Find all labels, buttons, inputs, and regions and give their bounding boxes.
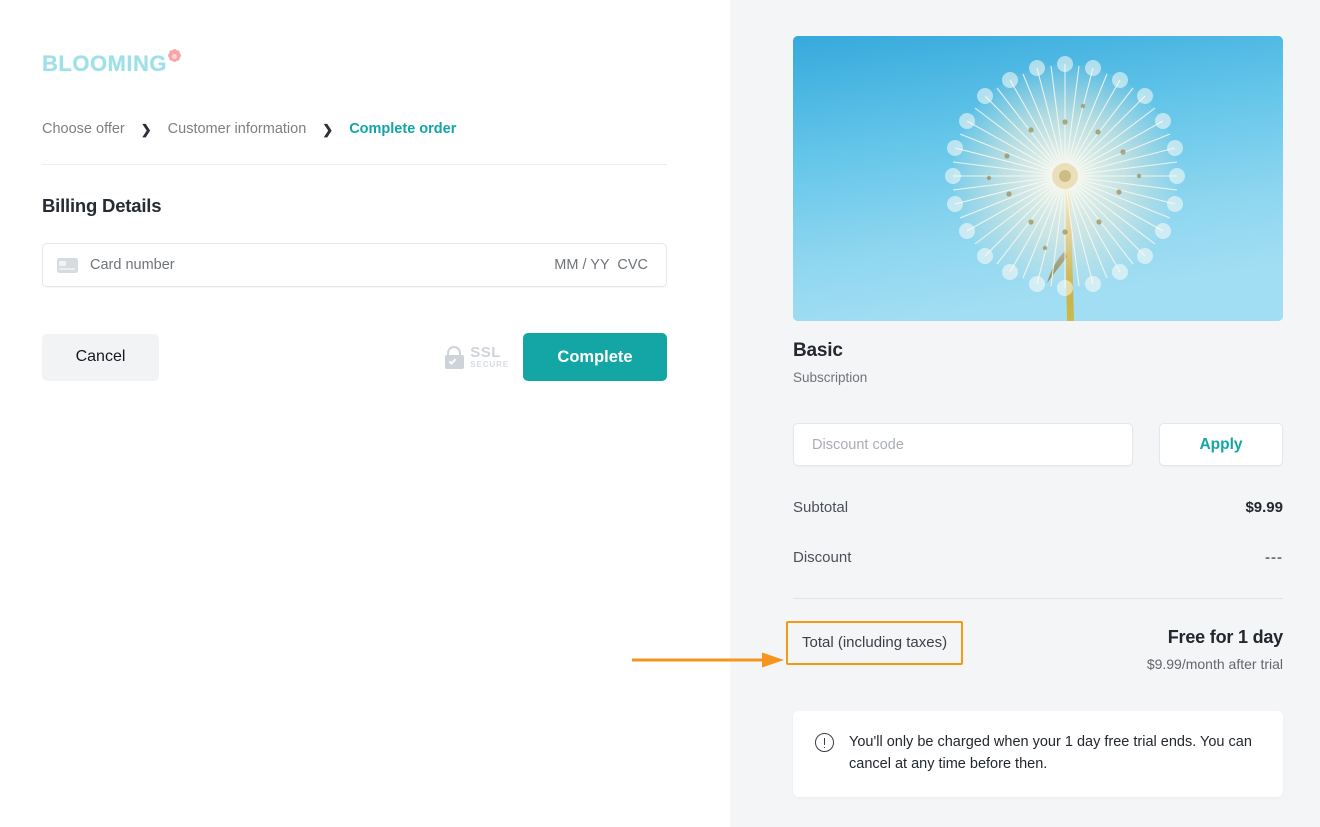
subtotal-row: Subtotal $9.99 [793, 499, 1283, 516]
trial-notice-line-1: You'll only be charged when your 1 day f… [849, 734, 1197, 750]
flower-icon [164, 48, 186, 70]
section-divider [42, 164, 667, 165]
trial-notice: You'll only be charged when your 1 day f… [793, 711, 1283, 797]
brand-logo-text: BLOOMING [42, 51, 167, 76]
apply-discount-button[interactable]: Apply [1159, 423, 1283, 466]
subtotal-label: Subtotal [793, 499, 849, 516]
billing-details-title: Billing Details [42, 195, 162, 216]
total-amount-group: Free for 1 day $9.99/month after trial [1147, 621, 1283, 672]
cancel-button[interactable]: Cancel [42, 333, 159, 381]
ssl-badge-text: SSL SECURE [470, 345, 509, 369]
discount-row-summary: Discount --- [793, 549, 1283, 566]
order-summary-panel: Basic Subscription Apply Subtotal $9.99 … [730, 0, 1320, 827]
expiry-cvc-placeholder: MM / YY CVC [554, 257, 648, 273]
breadcrumb-step-choose-offer[interactable]: Choose offer [42, 121, 125, 137]
card-number-placeholder: Card number [90, 257, 175, 273]
total-label-highlight: Total (including taxes) [786, 621, 964, 665]
breadcrumb-step-complete-order[interactable]: Complete order [349, 121, 456, 137]
card-number-input[interactable]: Card number MM / YY CVC [42, 243, 667, 287]
total-note: $9.99/month after trial [1146, 656, 1283, 672]
trial-notice-text: You'll only be charged when your 1 day f… [849, 731, 1261, 776]
complete-button[interactable]: Complete [523, 333, 667, 381]
total-divider [793, 598, 1283, 599]
info-circle-icon [815, 733, 834, 752]
breadcrumb-step-customer-information[interactable]: Customer information [168, 121, 307, 137]
product-hero-image [793, 36, 1283, 321]
padlock-check-icon [443, 345, 465, 369]
brand-logo[interactable]: BLOOMING [42, 44, 688, 84]
ssl-badge-sub: SECURE [470, 360, 509, 369]
product-type: Subscription [793, 370, 868, 385]
chevron-right-icon: ❯ [322, 121, 334, 137]
checkout-form-panel: BLOOMING Choose offer ❯ Customer informa… [0, 0, 730, 827]
subtotal-value: $9.99 [1245, 499, 1283, 516]
product-name: Basic [793, 340, 843, 361]
ssl-secure-badge: SSL SECURE [443, 345, 509, 369]
form-actions: Cancel SSL SECURE Complete [42, 333, 667, 381]
discount-label: Discount [793, 549, 852, 566]
total-amount: Free for 1 day [1167, 627, 1283, 647]
chevron-right-icon: ❯ [140, 121, 152, 137]
discount-code-input[interactable] [793, 423, 1133, 466]
discount-section: Apply [793, 423, 1283, 466]
credit-card-icon [57, 257, 78, 273]
actions-right-group: SSL SECURE Complete [443, 333, 667, 381]
breadcrumb: Choose offer ❯ Customer information ❯ Co… [42, 118, 688, 140]
discount-value: --- [1265, 549, 1283, 566]
ssl-badge-main: SSL [470, 344, 501, 361]
checkout-page: BLOOMING Choose offer ❯ Customer informa… [0, 0, 1320, 827]
total-row: Total (including taxes) Free for 1 day $… [786, 621, 1283, 672]
total-label: Total (including taxes) [802, 634, 948, 651]
